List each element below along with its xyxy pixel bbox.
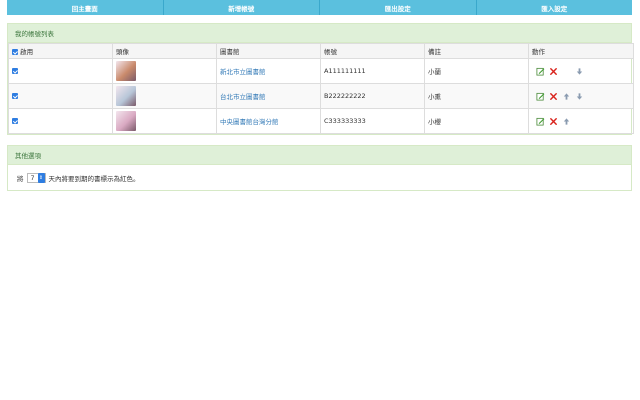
import-settings-button[interactable]: 匯入設定 bbox=[477, 0, 633, 15]
enabled-cell bbox=[8, 108, 113, 134]
avatar-cell bbox=[112, 108, 217, 134]
days-value[interactable]: 7 bbox=[28, 175, 38, 182]
table-row: 新北市立圖書館 A111111111 小蘭 bbox=[8, 58, 634, 84]
note-cell: 小蘭 bbox=[424, 58, 529, 84]
move-up-icon[interactable] bbox=[562, 92, 571, 101]
delete-icon[interactable] bbox=[549, 67, 558, 76]
options-panel: 其他選項 將 7 ⇕ 天內將要到期的書標示為紅色。 bbox=[7, 145, 632, 191]
header-account: 帳號 bbox=[320, 43, 425, 59]
accounts-table: 啟用 頭像 圖書館 帳號 備註 動作 新北市立圖書館 A111111111 小蘭 台北… bbox=[8, 43, 634, 134]
avatar bbox=[116, 111, 136, 131]
table-row: 中央圖書館台灣分館 C333333333 小櫻 bbox=[8, 108, 634, 134]
add-account-button[interactable]: 新增帳號 bbox=[164, 0, 320, 15]
account-cell: A111111111 bbox=[320, 58, 425, 84]
move-up-placeholder bbox=[562, 67, 571, 76]
delete-icon[interactable] bbox=[549, 117, 558, 126]
table-row: 台北市立圖書館 B222222222 小熏 bbox=[8, 83, 634, 109]
library-link[interactable]: 中央圖書館台灣分館 bbox=[220, 118, 279, 126]
export-settings-button[interactable]: 匯出設定 bbox=[320, 0, 477, 15]
expiry-prefix: 將 bbox=[17, 175, 24, 183]
enabled-checkbox[interactable] bbox=[12, 68, 18, 74]
account-cell: C333333333 bbox=[320, 108, 425, 134]
expiry-suffix: 天內將要到期的書標示為紅色。 bbox=[48, 175, 140, 183]
library-cell: 台北市立圖書館 bbox=[216, 83, 321, 109]
note-cell: 小櫻 bbox=[424, 108, 529, 134]
actions-cell bbox=[528, 108, 634, 134]
enabled-cell bbox=[8, 58, 113, 84]
account-cell: B222222222 bbox=[320, 83, 425, 109]
table-header-row: 啟用 頭像 圖書館 帳號 備註 動作 bbox=[8, 43, 634, 59]
actions-cell bbox=[528, 58, 634, 84]
home-button[interactable]: 回主畫面 bbox=[7, 0, 164, 15]
library-cell: 中央圖書館台灣分館 bbox=[216, 108, 321, 134]
move-down-icon[interactable] bbox=[575, 67, 584, 76]
header-enabled: 啟用 bbox=[8, 43, 113, 59]
actions-cell bbox=[528, 83, 634, 109]
accounts-panel-title: 我的帳號列表 bbox=[8, 24, 631, 43]
enabled-cell bbox=[8, 83, 113, 109]
avatar bbox=[116, 61, 136, 81]
note-cell: 小熏 bbox=[424, 83, 529, 109]
header-note: 備註 bbox=[424, 43, 529, 59]
library-cell: 新北市立圖書館 bbox=[216, 58, 321, 84]
days-stepper[interactable]: 7 ⇕ bbox=[26, 173, 46, 183]
delete-icon[interactable] bbox=[549, 92, 558, 101]
top-navigation: 回主畫面 新增帳號 匯出設定 匯入設定 bbox=[7, 0, 632, 15]
stepper-arrows-icon[interactable]: ⇕ bbox=[37, 173, 45, 183]
library-link[interactable]: 新北市立圖書館 bbox=[220, 68, 266, 76]
options-panel-title: 其他選項 bbox=[8, 146, 631, 165]
header-avatar: 頭像 bbox=[112, 43, 217, 59]
header-actions: 動作 bbox=[528, 43, 634, 59]
move-up-icon[interactable] bbox=[562, 117, 571, 126]
edit-icon[interactable] bbox=[536, 67, 545, 76]
select-all-checkbox[interactable] bbox=[12, 49, 18, 55]
library-link[interactable]: 台北市立圖書館 bbox=[220, 93, 266, 101]
enabled-checkbox[interactable] bbox=[12, 118, 18, 124]
avatar-cell bbox=[112, 58, 217, 84]
move-down-icon[interactable] bbox=[575, 92, 584, 101]
avatar bbox=[116, 86, 136, 106]
expiry-option: 將 7 ⇕ 天內將要到期的書標示為紅色。 bbox=[8, 165, 631, 191]
enabled-checkbox[interactable] bbox=[12, 93, 18, 99]
edit-icon[interactable] bbox=[536, 92, 545, 101]
edit-icon[interactable] bbox=[536, 117, 545, 126]
avatar-cell bbox=[112, 83, 217, 109]
header-library: 圖書館 bbox=[216, 43, 321, 59]
accounts-panel: 我的帳號列表 啟用 頭像 圖書館 帳號 備註 動作 新北市立圖書館 A111111… bbox=[7, 23, 634, 135]
